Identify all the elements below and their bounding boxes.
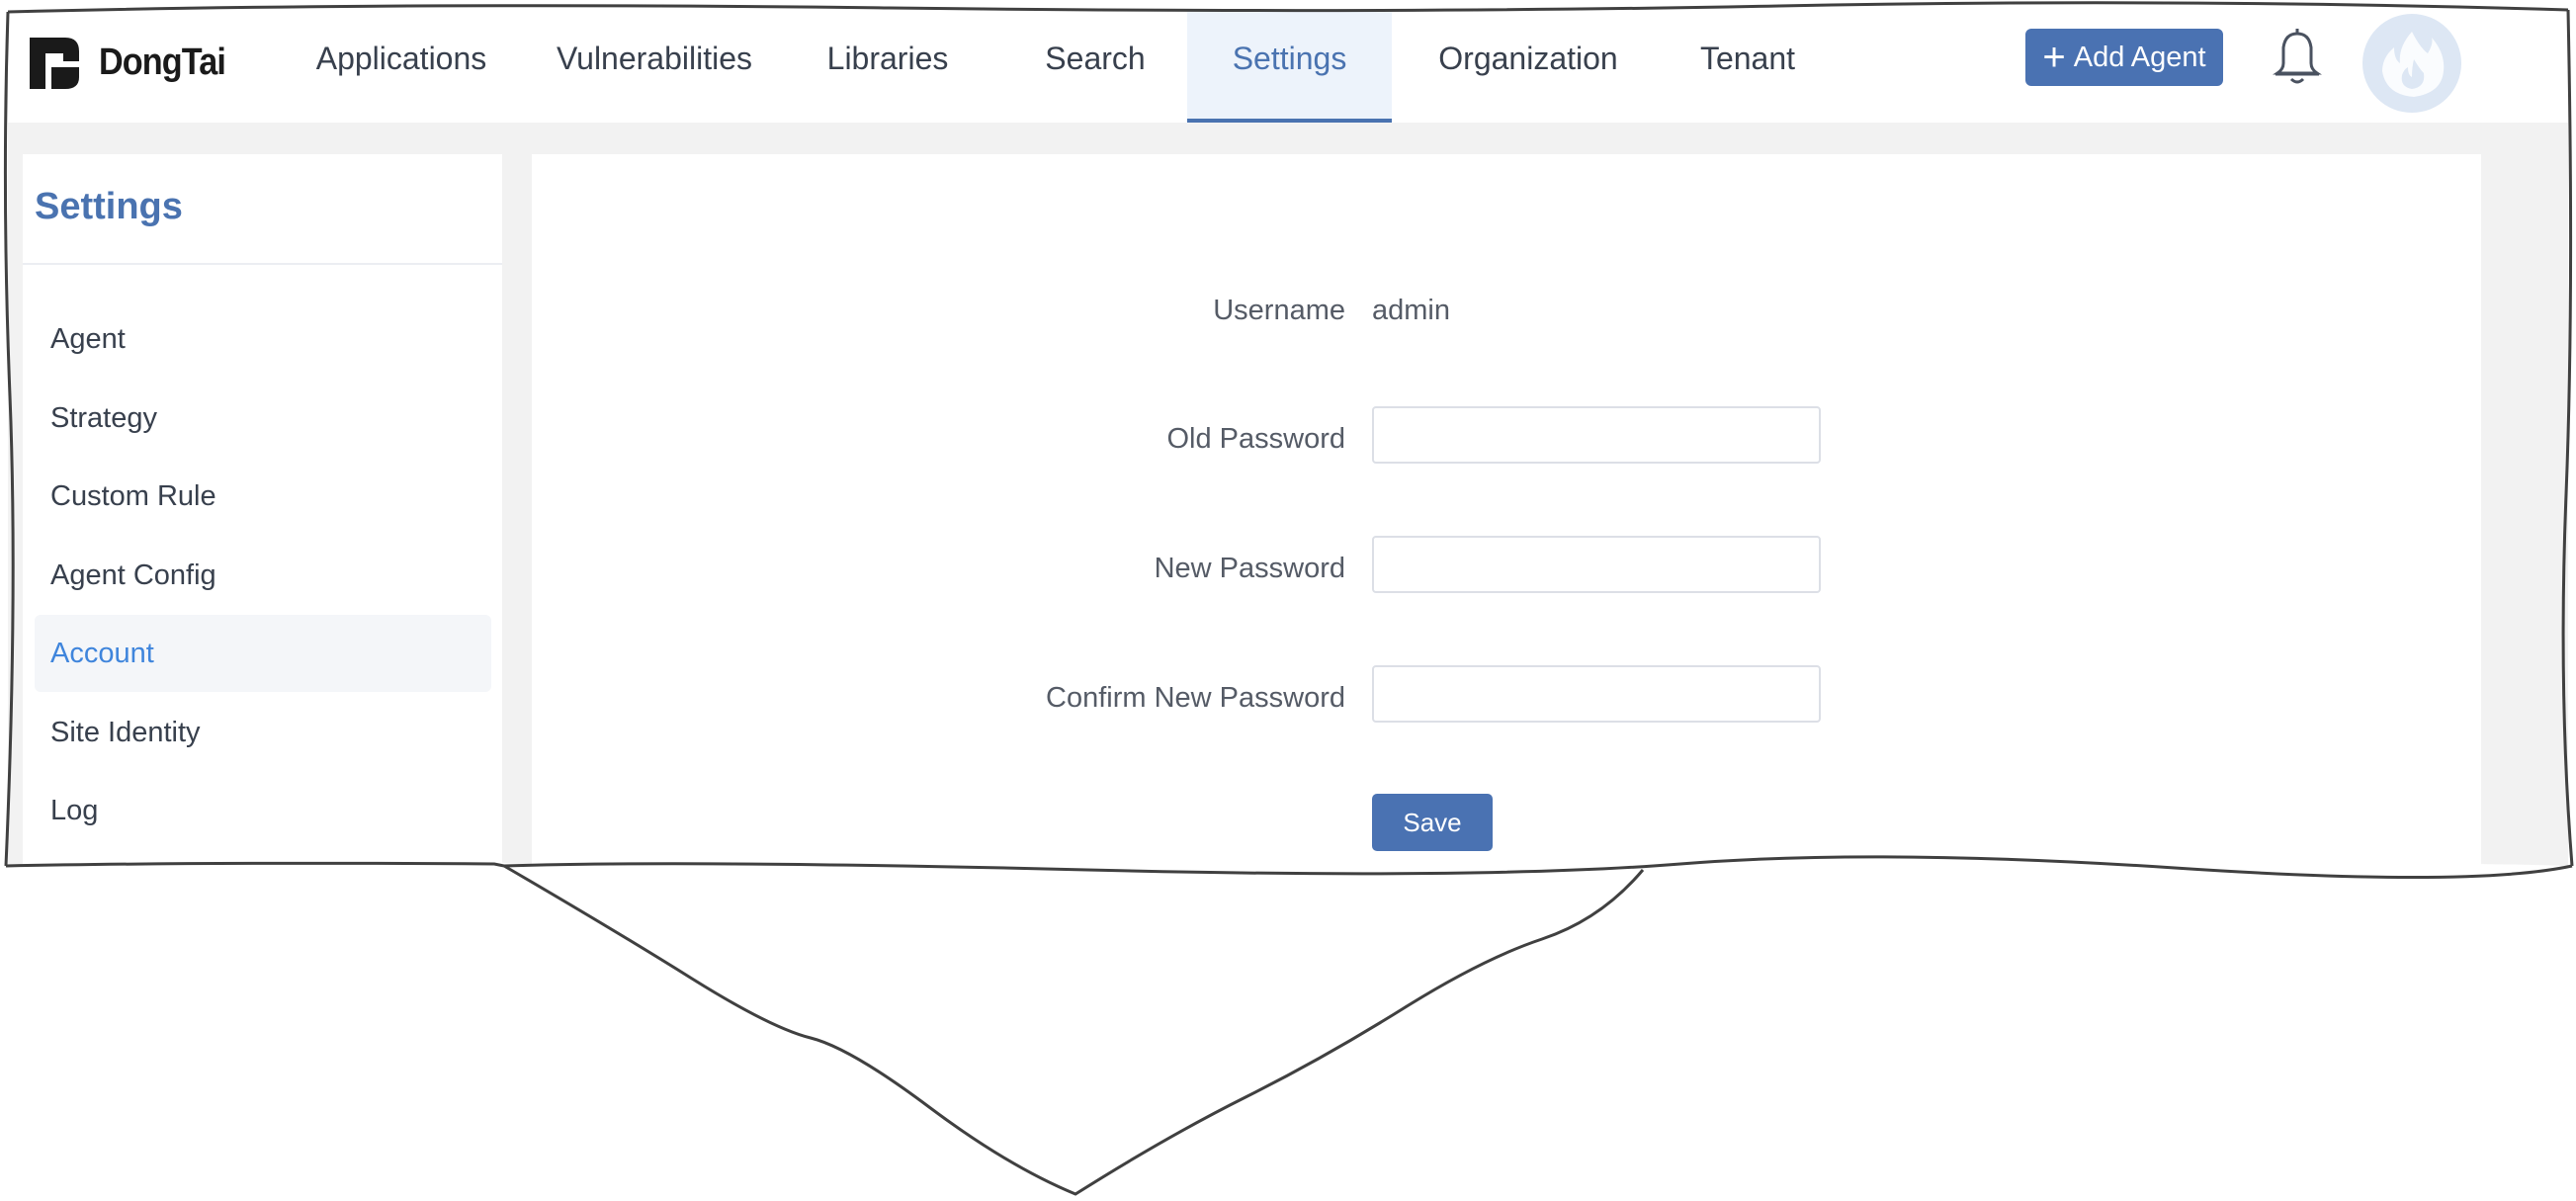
new-password-field[interactable] (1372, 536, 1821, 593)
username-value: admin (1372, 295, 1450, 326)
sidebar-item-site-identity[interactable]: Site Identity (35, 694, 491, 771)
nav-tab-libraries[interactable]: Libraries (799, 6, 977, 123)
bell-icon[interactable] (2270, 28, 2325, 87)
sidebar-item-agent-config[interactable]: Agent Config (35, 537, 491, 614)
new-password-label: New Password (1154, 553, 1345, 584)
nav-tab-settings[interactable]: Settings (1187, 6, 1392, 123)
username-label: Username (1213, 295, 1345, 326)
top-navigation-bar: DongTai Applications Vulnerabilities Lib… (8, 6, 2568, 123)
old-password-field[interactable] (1372, 406, 1821, 464)
sidebar-item-log[interactable]: Log (35, 772, 491, 849)
plus-icon: + (2042, 36, 2066, 79)
dongtai-logo-icon (30, 38, 79, 89)
flame-icon (2382, 32, 2445, 97)
save-button[interactable]: Save (1372, 794, 1493, 851)
account-settings-panel: Username admin Old Password New Password… (532, 154, 2481, 866)
sidebar-item-custom-rule[interactable]: Custom Rule (35, 458, 491, 535)
confirm-password-label: Confirm New Password (1046, 682, 1345, 714)
brand-logo[interactable]: DongTai (26, 28, 239, 97)
user-avatar[interactable] (2362, 14, 2461, 113)
nav-tab-tenant[interactable]: Tenant (1669, 6, 1827, 123)
sidebar-item-account[interactable]: Account (35, 615, 491, 692)
screenshot-canvas: DongTai Applications Vulnerabilities Lib… (0, 0, 2576, 1201)
nav-tab-applications[interactable]: Applications (283, 6, 520, 123)
nav-tab-search[interactable]: Search (1006, 6, 1184, 123)
sidebar-title: Settings (35, 186, 183, 227)
add-agent-label: Add Agent (2073, 41, 2206, 73)
confirm-password-field[interactable] (1372, 665, 1821, 723)
nav-tab-organization[interactable]: Organization (1412, 6, 1645, 123)
app-window: DongTai Applications Vulnerabilities Lib… (8, 6, 2568, 866)
sidebar-item-strategy[interactable]: Strategy (35, 380, 491, 457)
sidebar-divider (23, 263, 502, 265)
brand-name: DongTai (99, 41, 226, 83)
nav-tab-vulnerabilities[interactable]: Vulnerabilities (534, 6, 775, 123)
settings-sidebar: Settings Agent Strategy Custom Rule Agen… (23, 154, 502, 866)
old-password-label: Old Password (1166, 423, 1345, 455)
add-agent-button[interactable]: + Add Agent (2025, 29, 2223, 86)
sidebar-item-agent[interactable]: Agent (35, 300, 491, 378)
